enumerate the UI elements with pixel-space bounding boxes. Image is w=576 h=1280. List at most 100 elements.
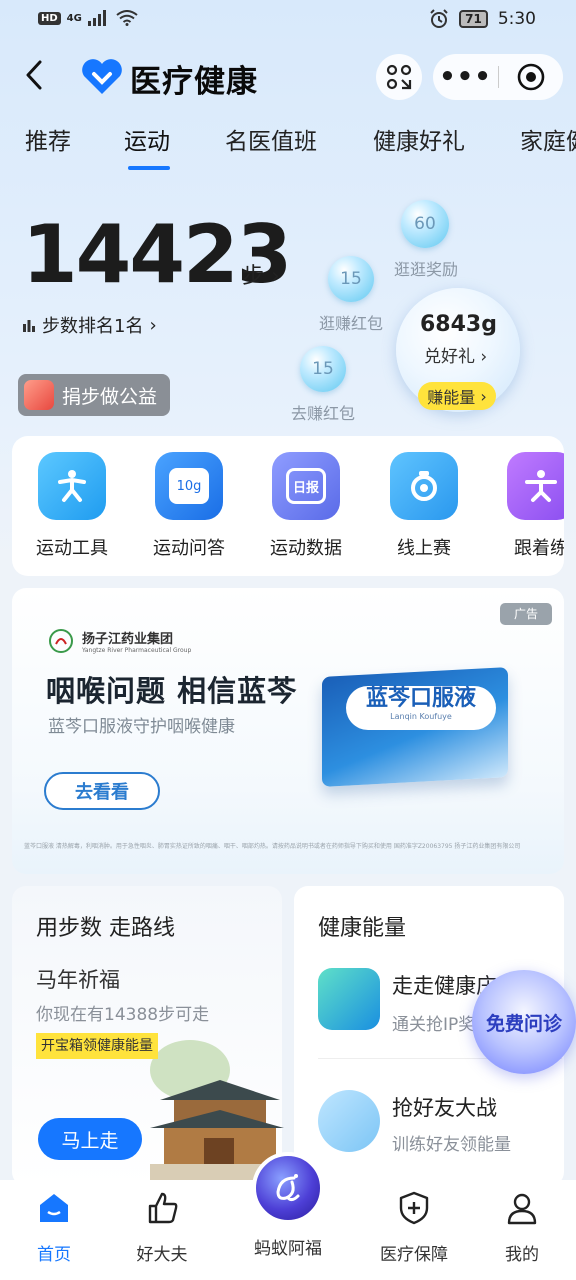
energy-redeem-label: 兑好礼 <box>424 347 475 367</box>
afu-icon <box>276 1174 300 1202</box>
tab-health-gifts[interactable]: 健康好礼 <box>373 122 465 156</box>
back-button[interactable] <box>16 58 52 98</box>
nav-mine-label: 我的 <box>505 1245 539 1265</box>
daily-report-icon: 日报 <box>272 452 340 520</box>
ad-tag: 广告 <box>500 603 552 625</box>
tool-online-race[interactable]: 线上赛 <box>369 452 479 560</box>
reward-bubble-browse-label: 逛逛奖励 <box>393 260 458 279</box>
reward-bubble-redpacket-label: 逛赚红包 <box>318 314 383 333</box>
nav-home-label: 首页 <box>37 1245 71 1265</box>
tool-label: 运动问答 <box>153 538 225 559</box>
tool-label: 线上赛 <box>397 538 451 559</box>
nav-medical-insurance[interactable]: 医疗保障 <box>364 1190 464 1265</box>
thumbs-up-icon <box>148 1192 178 1224</box>
scan-icon <box>386 64 412 90</box>
running-person-icon <box>38 452 106 520</box>
tab-family-health[interactable]: 家庭健 <box>520 122 576 156</box>
step-rank[interactable]: 步数排名1名 › <box>22 312 157 338</box>
status-bar: HD 4G 71 5:30 <box>0 0 576 40</box>
brand-name-en: Yangtze River Pharmaceutical Group <box>82 647 192 654</box>
battery-indicator: 71 <box>459 10 488 28</box>
friend-avatar-icon <box>318 1090 380 1152</box>
reward-bubble-earn-label: 去赚红包 <box>290 404 355 423</box>
more-button[interactable]: ••• <box>433 64 498 90</box>
chevron-right-icon: › <box>480 347 488 367</box>
energy-item-sub: 训练好友领能量 <box>392 1135 511 1155</box>
tool-label: 运动工具 <box>36 538 108 559</box>
product-title: 蓝芩口服液 <box>365 686 476 711</box>
charity-heart-icon <box>24 380 54 410</box>
heart-logo-icon <box>82 59 122 94</box>
brand-text: 扬子江药业集团 Yangtze River Pharmaceutical Gro… <box>82 628 191 654</box>
ad-brand: 扬子江药业集团 Yangtze River Pharmaceutical Gro… <box>48 628 191 654</box>
qa-badge: 10g <box>169 468 209 504</box>
person-icon <box>507 1193 537 1225</box>
earn-energy-label: 赚能量 <box>427 388 476 407</box>
app-title: 医疗健康 <box>130 64 258 100</box>
energy-value: 6843g <box>420 312 497 337</box>
bar-chart-icon <box>23 320 35 332</box>
clock: 5:30 <box>497 9 536 29</box>
earn-energy-button[interactable]: 赚能量 › <box>418 382 496 410</box>
chevron-left-icon <box>26 60 42 90</box>
nav-medical-insurance-label: 医疗保障 <box>380 1245 448 1265</box>
walk-card-tag: 开宝箱领健康能量 <box>36 1033 158 1059</box>
energy-item-sub: 通关抢IP奖 <box>392 1015 476 1035</box>
product-name: 蓝芩口服液 Lanqin Koufuye <box>346 686 496 730</box>
reward-bubble-earn[interactable]: 15 <box>300 346 346 392</box>
energy-redeem[interactable]: 兑好礼 › <box>424 342 487 367</box>
energy-item-title[interactable]: 抢好友大战 <box>392 1092 497 1122</box>
tab-sports[interactable]: 运动 <box>124 122 170 156</box>
nav-mine[interactable]: 我的 <box>472 1190 572 1265</box>
walk-now-button[interactable]: 马上走 <box>38 1118 142 1160</box>
ad-view-button[interactable]: 去看看 <box>44 772 160 810</box>
target-icon <box>517 63 545 91</box>
report-badge: 日报 <box>286 468 326 504</box>
status-left: HD 4G <box>38 10 138 26</box>
tool-sport-data[interactable]: 日报 运动数据 <box>251 452 361 560</box>
ad-headline: 咽喉问题 相信蓝芩 <box>46 674 298 708</box>
miniapp-capsule: ••• <box>433 54 563 100</box>
signal-icon <box>87 10 106 26</box>
ad-subtitle: 蓝芩口服液守护咽喉健康 <box>48 717 235 737</box>
close-miniapp-button[interactable] <box>499 62 563 92</box>
chevron-right-icon: › <box>149 314 157 336</box>
step-unit-label: 步 <box>242 264 265 289</box>
step-rank-label: 步数排名1名 <box>42 316 144 337</box>
chevron-right-icon: › <box>271 264 280 289</box>
tab-bar: 推荐 运动 名医值班 健康好礼 家庭健 <box>0 122 576 172</box>
nav-home[interactable]: 首页 <box>4 1190 104 1265</box>
shield-plus-icon <box>399 1191 429 1225</box>
nav-good-doctor[interactable]: 好大夫 <box>112 1190 212 1265</box>
walk-card-subtitle: 马年祈福 <box>36 968 120 992</box>
wifi-icon <box>116 10 138 26</box>
tab-famous-doctors[interactable]: 名医值班 <box>225 122 317 156</box>
tool-sport-qa[interactable]: 10g 运动问答 <box>134 452 244 560</box>
alarm-icon <box>430 9 448 28</box>
exercise-icon <box>507 452 564 520</box>
tool-label: 运动数据 <box>270 538 342 559</box>
nav-afu-label: 蚂蚁阿福 <box>254 1239 322 1259</box>
donate-steps-button[interactable]: 捐步做公益 <box>18 374 170 416</box>
scan-button[interactable] <box>376 54 422 100</box>
hd-badge: HD <box>38 11 61 25</box>
sport-tools-card: 运动工具 10g 运动问答 日报 运动数据 线上赛 跟着练 <box>12 436 564 576</box>
health-village-icon <box>318 968 380 1030</box>
tab-recommend[interactable]: 推荐 <box>25 122 71 156</box>
free-consult-button[interactable]: 免费问诊 <box>472 970 576 1074</box>
energy-card-title: 健康能量 <box>318 916 407 941</box>
tool-label: 跟着练 <box>514 538 564 559</box>
walk-card-title: 用步数 走路线 <box>36 916 175 941</box>
status-right: 71 5:30 <box>429 9 536 29</box>
nav-afu[interactable] <box>252 1152 324 1224</box>
tool-follow-exercise[interactable]: 跟着练 <box>486 452 564 560</box>
reward-bubble-browse[interactable]: 60 <box>401 200 449 248</box>
medal-icon <box>390 452 458 520</box>
temple-illustration-icon <box>150 1040 284 1180</box>
step-unit[interactable]: 步 › <box>242 258 280 290</box>
nav-good-doctor-label: 好大夫 <box>136 1245 188 1265</box>
reward-bubble-redpacket[interactable]: 15 <box>328 256 374 302</box>
donate-label: 捐步做公益 <box>62 385 158 408</box>
chevron-right-icon: › <box>480 386 487 406</box>
tool-sport-tools[interactable]: 运动工具 <box>17 452 127 560</box>
